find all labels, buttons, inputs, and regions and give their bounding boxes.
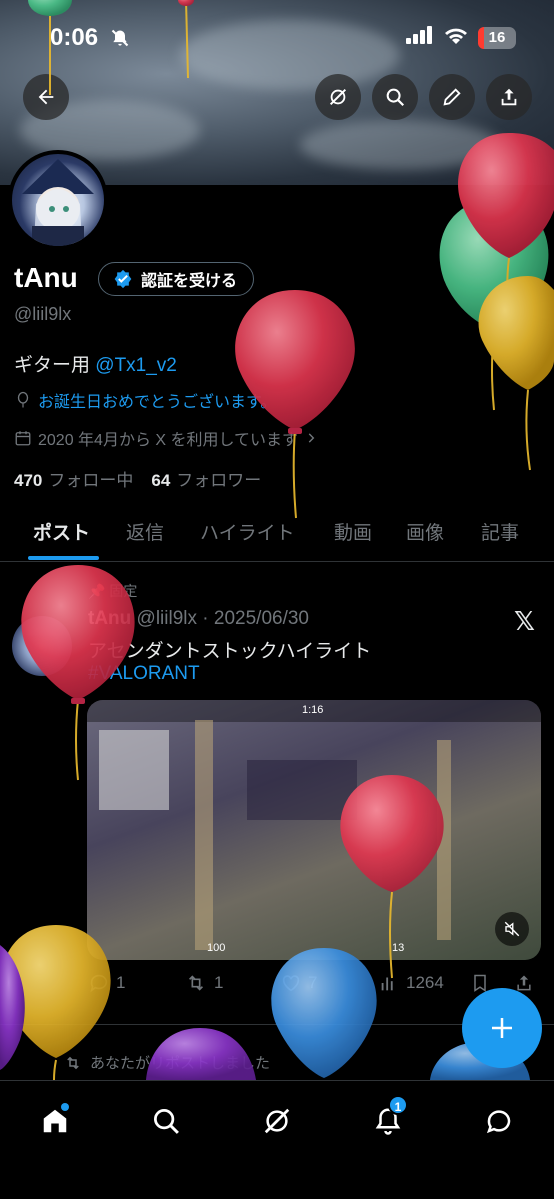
profile-bio: ギター用 @Tx1_v2 [14,350,177,377]
share-icon [501,88,517,106]
silent-mode-icon [110,28,130,53]
pin-icon: 📌 [88,583,106,599]
nav-notifications[interactable]: 1 [366,1095,410,1143]
battery-indicator: 16 [478,26,516,49]
speaker-muted-icon [504,921,520,937]
post-text: アセンダントストックハイライト [88,641,372,662]
following-count: 470 [14,471,43,490]
post-header: tAnu @liil9lx · 2025/06/30 [88,608,309,630]
joined-text: 2020 年4月から X を利用しています [38,432,299,449]
post-author-avatar[interactable] [12,616,72,676]
plus-icon [492,1018,512,1038]
video-minimap [99,730,169,810]
status-bar: 0:06 16 [0,18,554,58]
profile-name: tAnu [14,262,78,293]
birthday-row[interactable]: お誕生日おめでとうございます。 [14,388,276,412]
tab-videos[interactable]: 動画 [334,518,372,545]
status-time: 0:06 [50,24,99,51]
nav-home[interactable] [33,1099,77,1143]
back-button[interactable] [23,74,69,120]
reply-count: 1 [116,973,126,992]
nav-search[interactable] [144,1099,188,1143]
grok-icon [264,1108,290,1134]
get-verified-button[interactable]: 認証を受ける [98,262,255,296]
followers-label: フォロワー [176,471,262,490]
chevron-right-icon [308,433,315,443]
active-tab-indicator [28,556,99,560]
tab-replies[interactable]: 返信 [126,518,164,545]
chat-bubble-icon [486,1110,511,1134]
repost-icon [188,975,204,991]
post-author-name[interactable]: tAnu [88,608,131,629]
video-hp: 100 [207,942,226,954]
following-link[interactable]: 470 フォロー中 [14,466,133,491]
nav-grok[interactable] [255,1099,299,1143]
repost-button[interactable]: 1 [184,972,223,994]
balloon-purple-left [0,945,25,1070]
balloon-icon [17,391,29,408]
repost-note: あなたがリポストしました [64,1052,270,1073]
like-button[interactable]: 7 [280,972,317,994]
pencil-icon [443,88,461,106]
profile-tabs: ポスト 返信 ハイライト 動画 画像 記事 [0,506,554,562]
bio-mention-link[interactable]: @Tx1_v2 [95,355,177,376]
video-mute-button[interactable] [495,912,529,946]
calendar-icon [15,431,31,446]
tab-articles[interactable]: 記事 [481,518,519,545]
heart-icon [282,975,300,992]
search-icon [154,1109,179,1134]
post-hashtag[interactable]: #VALORANT [88,663,200,685]
post-video[interactable]: 1:16 100 13 [87,700,541,960]
like-count: 7 [308,973,318,992]
bar-chart-icon [381,977,393,991]
video-hud-top: 1:16 [87,700,541,722]
repost-icon [67,1056,79,1069]
balloon-green-right [439,200,549,411]
search-icon [386,88,405,107]
profile-avatar[interactable] [8,150,108,250]
compose-post-button[interactable] [462,988,542,1068]
joined-row[interactable]: 2020 年4月から X を利用しています [14,426,318,450]
reply-icon [90,974,108,993]
wifi-icon [444,26,468,49]
follow-stats: 470 フォロー中 64 フォロワー [14,466,261,491]
nav-messages[interactable] [477,1099,521,1143]
balloon-yellow-right [478,276,554,471]
birthday-text: お誕生日おめでとうございます。 [38,394,277,411]
verified-badge-icon [114,269,132,289]
followers-link[interactable]: 64 フォロワー [151,466,261,491]
post-date: · 2025/06/30 [202,608,309,629]
tab-images[interactable]: 画像 [406,518,444,545]
share-button[interactable] [486,74,532,120]
notification-badge: 1 [388,1095,408,1115]
video-ammo: 13 [392,942,405,954]
view-count: 1264 [406,973,444,992]
tab-posts[interactable]: ポスト [33,518,90,545]
repost-count: 1 [214,973,224,992]
bio-text: ギター用 [14,355,96,376]
search-button[interactable] [372,74,418,120]
followers-count: 64 [151,471,171,490]
post-author-handle[interactable]: @liil9lx [137,608,197,629]
grok-icon [329,88,347,106]
post-actions: 1 1 7 1264 [88,972,542,1000]
pinned-label: 📌 固定 [88,583,138,599]
arrow-left-icon [38,89,54,105]
cellular-signal-icon [406,26,434,49]
tab-highlights[interactable]: ハイライト [200,518,295,545]
views-button[interactable]: 1264 [378,972,444,994]
following-label: フォロー中 [48,471,134,490]
video-round-timer: 1:16 [302,704,324,716]
reply-button[interactable]: 1 [88,972,125,994]
edit-button[interactable] [429,74,475,120]
profile-handle: @liil9lx [14,304,72,324]
grok-button[interactable] [315,74,361,120]
get-verified-label: 認証を受ける [141,273,238,290]
home-new-indicator [61,1103,69,1111]
x-logo-icon: 𝕏 [514,606,535,636]
bottom-navigation: 1 [0,1080,554,1199]
